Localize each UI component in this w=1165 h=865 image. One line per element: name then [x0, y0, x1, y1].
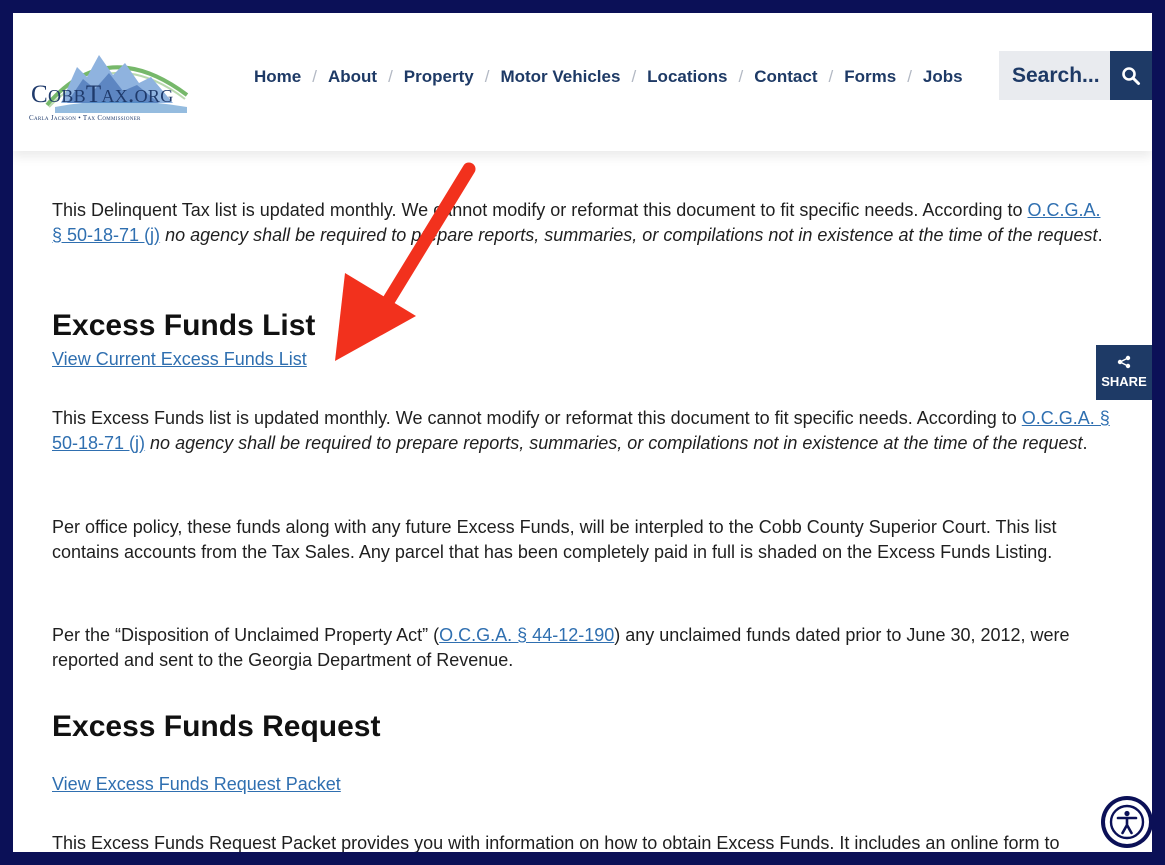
nav-forms[interactable]: Forms — [844, 67, 896, 87]
nav-separator: / — [484, 67, 490, 86]
excess-funds-list-heading: Excess Funds List — [52, 309, 316, 342]
nav-separator: / — [631, 67, 637, 86]
view-current-excess-funds-list-link[interactable]: View Current Excess Funds List — [52, 349, 307, 369]
nav-property[interactable]: Property — [404, 67, 474, 87]
logo-tagline: Carla Jackson • Tax Commissioner — [29, 114, 141, 122]
nav-separator: / — [312, 67, 317, 86]
request-packet-paragraph: This Excess Funds Request Packet provide… — [52, 833, 1060, 852]
nav-locations[interactable]: Locations — [647, 67, 727, 87]
share-button[interactable]: SHARE — [1096, 345, 1152, 400]
ocga-44-12-190-link[interactable]: O.C.G.A. § 44-12-190 — [439, 625, 614, 645]
view-excess-funds-request-packet-link[interactable]: View Excess Funds Request Packet — [52, 774, 341, 794]
nav-separator: / — [907, 67, 912, 86]
accessibility-badge — [1105, 800, 1149, 844]
excess-funds-request-heading: Excess Funds Request — [52, 710, 381, 743]
nav-jobs[interactable]: Jobs — [923, 67, 963, 87]
notice-end: . — [1082, 432, 1088, 453]
site-header: CobbTax.org Carla Jackson • Tax Commissi… — [13, 13, 1152, 151]
disposition-paragraph: Per the “Disposition of Unclaimed Proper… — [52, 623, 1114, 672]
disposition-text: Per the “Disposition of Unclaimed Proper… — [52, 625, 440, 645]
excess-list-notice: This Excess Funds list is updated monthl… — [52, 406, 1114, 455]
notice-italic: no agency shall be required to prepare r… — [145, 432, 1083, 453]
nav-motor-vehicles[interactable]: Motor Vehicles — [500, 67, 620, 87]
nav-home[interactable]: Home — [254, 67, 301, 87]
nav-separator: / — [828, 67, 834, 86]
accessibility-icon — [1109, 804, 1145, 840]
notice-italic: no agency shall be required to prepare r… — [160, 224, 1098, 245]
search-icon — [1122, 66, 1140, 85]
share-icon — [1117, 355, 1131, 369]
search-button[interactable] — [1110, 51, 1152, 100]
browser-viewport: CobbTax.org Carla Jackson • Tax Commissi… — [13, 13, 1152, 852]
share-label: SHARE — [1101, 374, 1147, 389]
main-nav: Home / About / Property / Motor Vehicles… — [254, 65, 963, 89]
notice-text: This Excess Funds list is updated monthl… — [52, 408, 1022, 428]
logo-wordmark: CobbTax.org — [31, 81, 174, 108]
nav-contact[interactable]: Contact — [754, 67, 817, 87]
nav-about[interactable]: About — [328, 67, 377, 87]
notice-text: This Delinquent Tax list is updated mont… — [52, 200, 1028, 220]
nav-separator: / — [738, 67, 744, 86]
nav-separator: / — [388, 67, 393, 86]
accessibility-button[interactable] — [1101, 796, 1152, 848]
cobbtax-logo[interactable]: CobbTax.org Carla Jackson • Tax Commissi… — [27, 33, 197, 122]
search-input[interactable]: Search... — [999, 51, 1110, 100]
notice-end: . — [1097, 224, 1103, 245]
red-arrow-annotation — [335, 162, 476, 361]
delinquent-list-notice: This Delinquent Tax list is updated mont… — [52, 198, 1114, 247]
office-policy-paragraph: Per office policy, these funds along wit… — [52, 517, 1057, 562]
